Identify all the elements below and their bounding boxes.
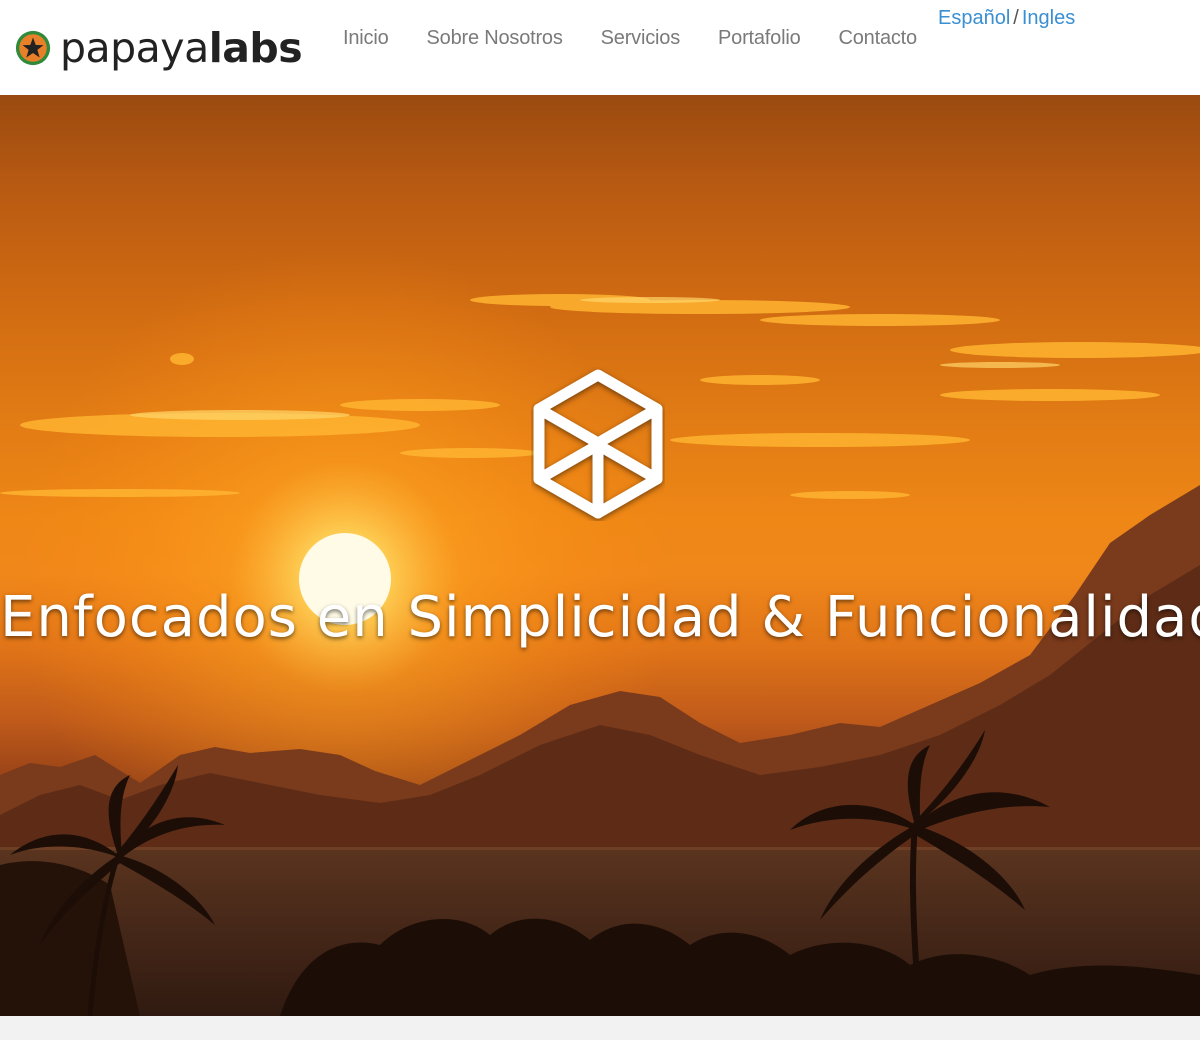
nav-item-contacto[interactable]: Contacto <box>839 24 918 52</box>
language-separator: / <box>1013 7 1019 29</box>
language-spanish-link[interactable]: Español <box>938 7 1010 29</box>
main-nav: Inicio Sobre Nosotros Servicios Portafol… <box>343 24 955 52</box>
cube-outline-icon <box>533 369 663 519</box>
star-badge-icon <box>15 30 51 66</box>
brand-name-bold: labs <box>208 23 303 72</box>
nav-item-servicios[interactable]: Servicios <box>601 24 681 52</box>
hero-banner: Enfocados en Simplicidad & Funcionalidad <box>0 95 1200 1016</box>
brand-logo-link[interactable]: papayalabs <box>14 20 303 76</box>
brand-name-light: papaya <box>60 23 209 72</box>
nav-item-sobre-nosotros[interactable]: Sobre Nosotros <box>427 24 563 52</box>
sunset-background-image <box>0 95 1200 1016</box>
nav-item-portafolio[interactable]: Portafolio <box>718 24 801 52</box>
language-switcher: Español / Ingles <box>938 5 1075 31</box>
hero-tagline: Enfocados en Simplicidad & Funcionalidad <box>0 585 1200 650</box>
site-header: papayalabs Inicio Sobre Nosotros Servici… <box>0 0 1200 95</box>
brand-wordmark: papayalabs <box>60 27 303 69</box>
language-english-link[interactable]: Ingles <box>1022 7 1075 29</box>
nav-item-inicio[interactable]: Inicio <box>343 24 389 52</box>
section-divider <box>0 1016 1200 1040</box>
